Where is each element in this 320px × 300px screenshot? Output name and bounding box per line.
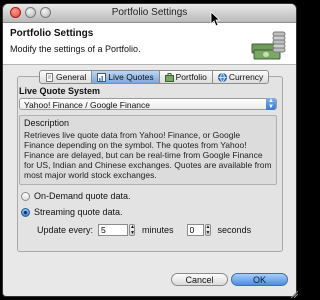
currency-icon <box>217 72 227 82</box>
tab-general-label: General <box>56 72 87 82</box>
ok-button[interactable]: OK <box>231 273 288 286</box>
quote-system-select[interactable]: Yahoo! Finance / Google Finance ▲ ▼ <box>19 98 277 110</box>
dialog-header: Portfolio Settings Modify the settings o… <box>3 23 296 65</box>
live-quote-system-label: Live Quote System <box>19 86 101 96</box>
tab-general[interactable]: General <box>39 70 93 84</box>
tab-portfolio-label: Portfolio <box>175 72 207 82</box>
select-arrows-icon: ▲ ▼ <box>266 98 276 110</box>
seconds-stepper[interactable]: ▲ ▼ <box>204 224 211 236</box>
update-interval-row: Update every: ▲▼ minutes ▲▼ seconds <box>37 224 251 236</box>
quote-system-value: Yahoo! Finance / Google Finance <box>24 100 151 110</box>
document-icon <box>46 72 53 82</box>
mouse-pointer-icon <box>210 11 220 27</box>
on-demand-radio[interactable] <box>21 191 30 201</box>
tab-currency[interactable]: Currency <box>212 70 270 84</box>
description-label: Description <box>24 118 70 128</box>
quotes-icon <box>97 72 107 82</box>
minutes-stepper[interactable]: ▲ ▼ <box>129 224 136 236</box>
cancel-button[interactable]: Cancel <box>171 273 228 286</box>
page-title: Portfolio Settings <box>10 28 94 39</box>
seconds-label: seconds <box>217 225 252 235</box>
streaming-radio[interactable] <box>21 207 30 217</box>
resize-grip-icon[interactable] <box>290 290 298 298</box>
on-demand-option[interactable]: On-Demand quote data. <box>21 191 131 201</box>
description-box: Description Retrieves live quote data fr… <box>19 115 277 185</box>
tab-bar: General Live Quotes Portfolio Currency <box>39 70 270 84</box>
minutes-label: minutes <box>142 225 174 235</box>
streaming-option[interactable]: Streaming quote data. <box>21 207 123 217</box>
minutes-input[interactable] <box>98 224 129 236</box>
seconds-input[interactable] <box>186 224 204 236</box>
tab-live-quotes-label: Live Quotes <box>108 72 154 82</box>
streaming-label: Streaming quote data. <box>34 207 123 217</box>
update-every-label: Update every: <box>37 225 94 235</box>
title-bar[interactable]: Portfolio Settings <box>3 4 296 23</box>
tab-live-quotes[interactable]: Live Quotes <box>92 70 160 84</box>
on-demand-label: On-Demand quote data. <box>34 191 131 201</box>
portfolio-icon <box>164 72 174 82</box>
description-text: Retrieves live quote data from Yahoo! Fi… <box>24 130 272 180</box>
tab-currency-label: Currency <box>228 72 264 82</box>
page-subtitle: Modify the settings of a Portfolio. <box>10 44 141 54</box>
window-title: Portfolio Settings <box>111 7 188 18</box>
tab-portfolio[interactable]: Portfolio <box>159 70 213 84</box>
money-stack-icon <box>251 31 286 60</box>
